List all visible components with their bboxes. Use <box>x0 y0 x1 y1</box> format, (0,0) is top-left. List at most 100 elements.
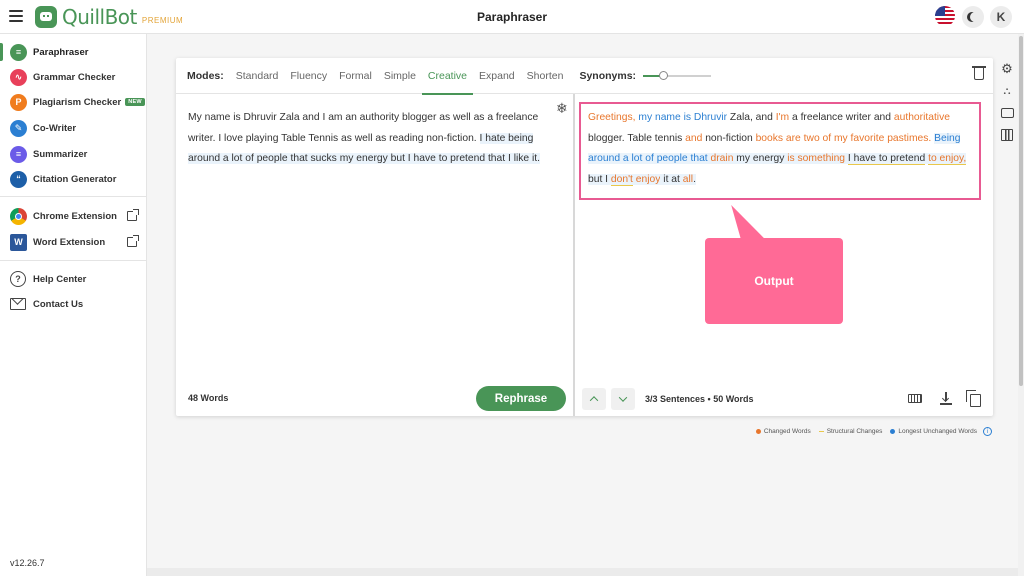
output-segment: enjoy <box>635 173 661 185</box>
rephrase-button[interactable]: Rephrase <box>476 386 566 411</box>
sidebar-item-label: Word Extension <box>33 236 106 248</box>
output-segment: a freelance writer and <box>789 112 894 123</box>
modes-label: Modes: <box>187 69 224 82</box>
output-segment: I have to pretend <box>847 153 926 165</box>
output-segment: Greetings, <box>588 112 639 123</box>
output-segment: Zala, and <box>727 112 776 123</box>
output-segment: and <box>685 132 703 144</box>
sentence-count: 3/3 Sentences <box>645 394 706 404</box>
output-segment: drain <box>710 153 734 164</box>
output-stats: 3/3 Sentences • 50 Words <box>645 394 754 404</box>
brand-name: QuillBot <box>62 5 137 29</box>
output-segment: is something <box>787 153 846 164</box>
gear-icon[interactable]: ⚙ <box>1000 61 1014 76</box>
sidebar-item-summarizer[interactable]: ≡ Summarizer <box>0 141 147 167</box>
chevron-up-icon <box>589 396 599 405</box>
input-text-area[interactable]: My name is Dhruvir Zala and I am an auth… <box>188 108 558 170</box>
sidebar-item-grammar-checker[interactable]: ∿ Grammar Checker <box>0 64 147 90</box>
premium-label: PREMIUM <box>141 15 184 25</box>
help-icon: ? <box>10 271 26 287</box>
sidebar-item-label: Contact Us <box>33 298 84 310</box>
sidebar-divider <box>0 196 147 197</box>
sidebar-item-label: Chrome Extension <box>33 210 117 222</box>
logo[interactable]: QuillBot PREMIUM <box>35 5 183 29</box>
sidebar-item-plagiarism-checker[interactable]: P Plagiarism Checker NEW <box>0 89 147 115</box>
output-segment: blogger. Table tennis <box>588 132 686 144</box>
plagiarism-checker-icon: P <box>10 93 27 111</box>
synonyms-slider[interactable] <box>643 71 711 80</box>
sidebar-item-contact-us[interactable]: Contact Us <box>0 291 147 317</box>
next-sentence-button[interactable] <box>611 388 635 410</box>
input-word-count: 48 Words <box>188 393 229 403</box>
pane-divider[interactable] <box>573 94 575 416</box>
word-icon: W <box>10 233 27 251</box>
sidebar-item-label: Co-Writer <box>33 122 77 134</box>
sidebar-item-citation-generator[interactable]: “ Citation Generator <box>0 166 147 192</box>
info-icon[interactable]: i <box>983 427 992 436</box>
paraphraser-card: Modes: Standard Fluency Formal Simple Cr… <box>176 58 993 416</box>
sidebar-item-label: Summarizer <box>33 148 88 160</box>
page-scrollbar[interactable] <box>1018 34 1024 576</box>
mode-tab-fluency[interactable]: Fluency <box>290 58 327 94</box>
sidebar-item-word-extension[interactable]: W Word Extension <box>0 229 147 255</box>
changed-dot <box>755 429 761 434</box>
grammar-checker-icon: ∿ <box>10 68 27 86</box>
moon-icon[interactable] <box>962 6 984 28</box>
mode-tab-simple[interactable]: Simple <box>384 58 416 94</box>
mode-tab-expand[interactable]: Expand <box>479 58 515 94</box>
bottom-strip <box>147 568 1018 576</box>
structural-dash <box>818 430 824 433</box>
mode-tab-shorten[interactable]: Shorten <box>527 58 564 94</box>
legend: Changed Words Structural Changes Longest… <box>748 427 992 436</box>
quillbot-logo-icon <box>35 6 57 28</box>
top-bar: QuillBot PREMIUM Paraphraser K <box>0 0 1024 34</box>
external-link-icon <box>127 235 139 247</box>
sidebar-item-label: Citation Generator <box>33 173 117 185</box>
legend-structural-label: Structural Changes <box>826 428 883 435</box>
copy-icon[interactable] <box>966 390 981 407</box>
previous-sentence-button[interactable] <box>582 388 606 410</box>
mode-tab-creative[interactable]: Creative <box>421 58 474 95</box>
sidebar-item-label: Paraphraser <box>33 46 89 58</box>
hamburger-icon[interactable] <box>9 10 23 22</box>
version-label: v12.26.7 <box>10 558 45 568</box>
co-writer-icon: ✎ <box>10 119 27 137</box>
legend-unchanged: Longest Unchanged Words <box>890 428 977 435</box>
output-segment: but I <box>588 173 611 185</box>
modes-bar: Modes: Standard Fluency Formal Simple Cr… <box>176 58 993 95</box>
statistics-icon[interactable] <box>1000 128 1014 142</box>
legend-unchanged-label: Longest Unchanged Words <box>898 428 977 435</box>
output-callout: Output <box>705 238 843 324</box>
legend-changed: Changed Words <box>755 428 811 435</box>
compare-modes-icon[interactable]: ⛬ <box>1000 84 1014 98</box>
avatar[interactable]: K <box>990 6 1012 28</box>
legend-changed-label: Changed Words <box>763 428 811 435</box>
output-text-area[interactable]: Greetings, my name is Dhruvir Zala, and … <box>588 108 980 190</box>
sidebar: ≡ Paraphraser ∿ Grammar Checker P Plagia… <box>0 34 147 576</box>
output-segment: to enjoy, <box>928 153 967 165</box>
output-segment: my energy <box>733 153 788 164</box>
output-segment: authoritative <box>893 112 950 123</box>
sidebar-item-chrome-extension[interactable]: Chrome Extension <box>0 203 147 229</box>
new-badge: NEW <box>125 98 145 106</box>
sidebar-item-help-center[interactable]: ? Help Center <box>0 266 147 292</box>
sidebar-item-co-writer[interactable]: ✎ Co-Writer <box>0 115 147 141</box>
citation-generator-icon: “ <box>10 170 27 188</box>
chat-icon[interactable] <box>1000 106 1014 120</box>
keyboard-icon[interactable] <box>908 394 922 403</box>
legend-structural: Structural Changes <box>818 428 883 435</box>
chevron-down-icon <box>618 393 628 402</box>
mode-tab-formal[interactable]: Formal <box>339 58 372 94</box>
trash-icon[interactable] <box>972 66 986 80</box>
snowflake-icon[interactable]: ❄ <box>556 100 568 117</box>
scrollbar-thumb[interactable] <box>1019 36 1023 386</box>
paraphraser-icon: ≡ <box>10 43 27 61</box>
us-flag-icon[interactable] <box>935 6 955 26</box>
output-segment: all <box>682 173 694 185</box>
sidebar-item-label: Help Center <box>33 273 87 285</box>
mode-tab-standard[interactable]: Standard <box>236 58 279 94</box>
download-icon[interactable] <box>940 392 952 406</box>
mail-icon <box>10 298 26 310</box>
sidebar-item-paraphraser[interactable]: ≡ Paraphraser <box>0 39 147 65</box>
synonyms-label: Synonyms: <box>579 69 637 82</box>
